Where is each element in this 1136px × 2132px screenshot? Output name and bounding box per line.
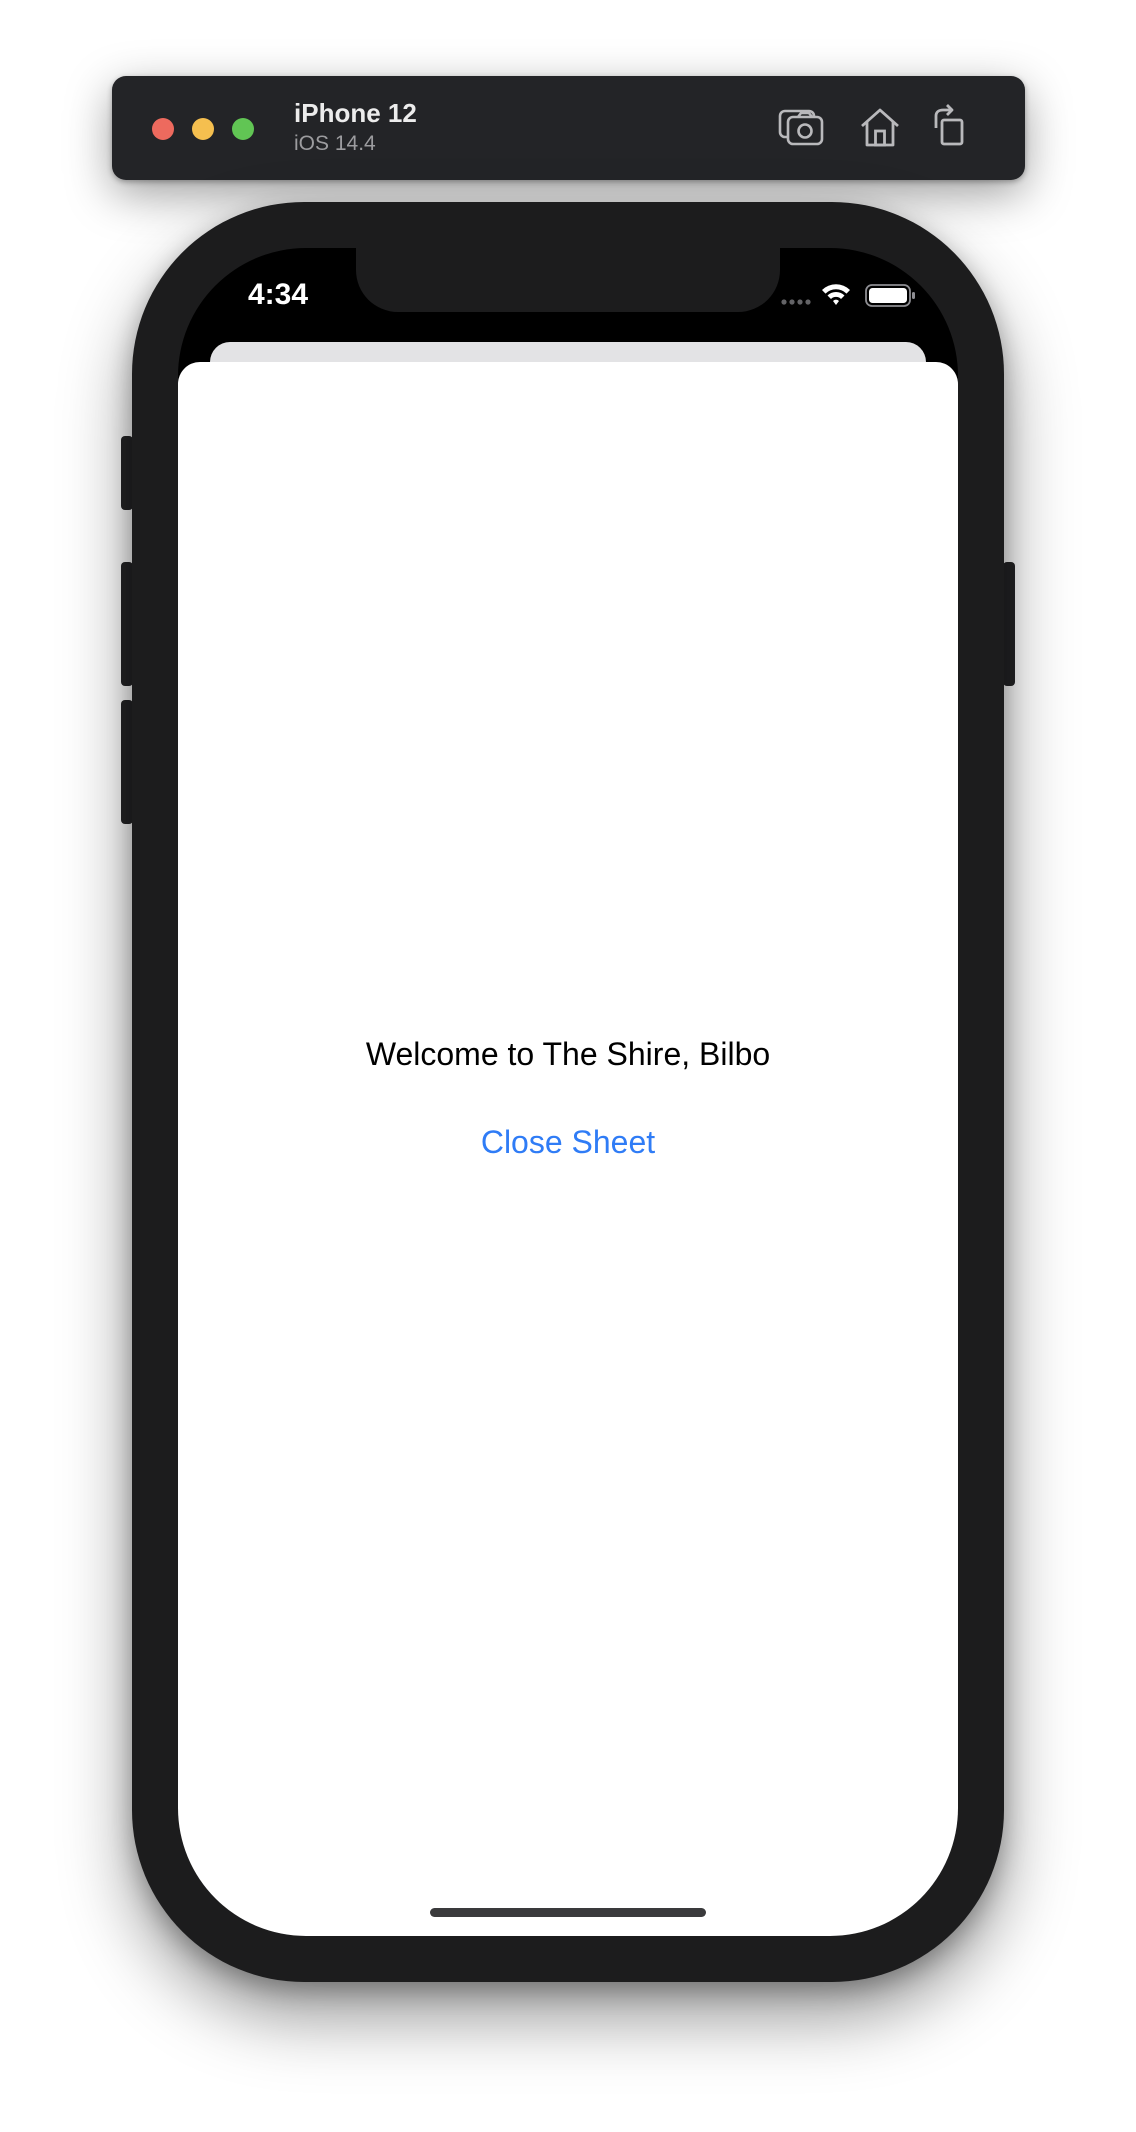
- window-minimize-button[interactable]: [192, 118, 214, 140]
- status-bar-icons: [781, 284, 915, 307]
- simulator-stage: iPhone 12 iOS 14.4 4:34 Welcome to The S…: [0, 0, 1136, 2132]
- notch: [356, 248, 780, 312]
- welcome-message: Welcome to The Shire, Bilbo: [365, 1036, 771, 1072]
- power-button: [1003, 562, 1015, 686]
- home-indicator[interactable]: [430, 1908, 706, 1917]
- home-icon: [861, 108, 899, 147]
- window-maximize-button[interactable]: [232, 118, 254, 140]
- device-name: iPhone 12: [294, 98, 417, 128]
- simulator-toolbar: iPhone 12 iOS 14.4: [112, 76, 1025, 180]
- screenshot-button[interactable]: [776, 102, 828, 154]
- status-bar-time: 4:34: [248, 278, 309, 311]
- rotate-button[interactable]: [926, 102, 978, 154]
- home-button[interactable]: [854, 102, 906, 154]
- close-sheet-button[interactable]: Close Sheet: [178, 1124, 958, 1161]
- screenshot-icon: [778, 109, 824, 146]
- wifi-icon: [822, 284, 850, 305]
- cellular-icon: [781, 299, 811, 305]
- window-close-button[interactable]: [152, 118, 174, 140]
- rotate-icon: [934, 104, 964, 146]
- battery-icon: [865, 284, 915, 307]
- os-version: iOS 14.4: [294, 132, 376, 155]
- device-screen: 4:34 Welcome to The Shire, Bilbo Close S…: [178, 248, 958, 1936]
- modal-sheet: Welcome to The Shire, Bilbo Close Sheet: [178, 362, 958, 1936]
